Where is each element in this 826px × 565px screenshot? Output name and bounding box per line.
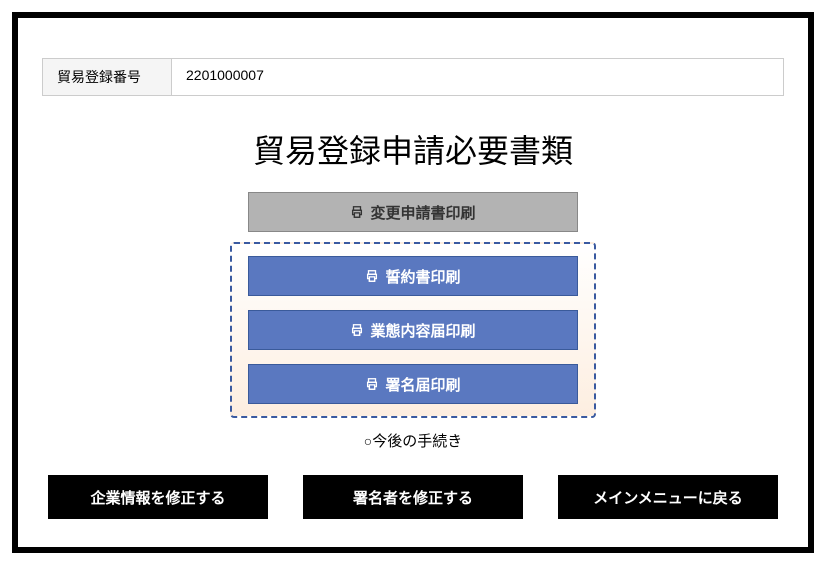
print-icon [365,377,379,391]
signature-report-print-button[interactable]: 署名届印刷 [248,364,578,404]
print-icon [350,323,364,337]
print-buttons-area: 変更申請書印刷 誓約書印刷 [42,192,784,418]
page-title: 貿易登録申請必要書類 [42,126,784,172]
business-report-print-button[interactable]: 業態内容届印刷 [248,310,578,350]
circle-bullet: ○ [364,433,372,449]
edit-signer-button[interactable]: 署名者を修正する [303,475,523,519]
next-steps-text: 今後の手続き [372,433,462,450]
change-application-print-button[interactable]: 変更申請書印刷 [248,192,578,232]
button-label: 業態内容届印刷 [370,320,475,341]
button-label: 署名届印刷 [385,374,460,395]
main-frame: 貿易登録番号 2201000007 貿易登録申請必要書類 変更申請書印刷 [12,12,814,553]
bottom-buttons-row: 企業情報を修正する 署名者を修正する メインメニューに戻る [42,475,784,519]
main-menu-button[interactable]: メインメニューに戻る [558,475,778,519]
button-label: 誓約書印刷 [385,266,460,287]
registration-number-label: 貿易登録番号 [42,58,172,96]
registration-number-value: 2201000007 [172,58,784,96]
pledge-print-button[interactable]: 誓約書印刷 [248,256,578,296]
registration-number-row: 貿易登録番号 2201000007 [42,58,784,96]
next-steps-link[interactable]: ○今後の手続き [42,430,784,451]
required-documents-box: 誓約書印刷 業態内容届印刷 [230,242,596,418]
print-icon [350,205,364,219]
edit-company-button[interactable]: 企業情報を修正する [48,475,268,519]
button-label: 変更申請書印刷 [370,202,475,223]
print-icon [365,269,379,283]
